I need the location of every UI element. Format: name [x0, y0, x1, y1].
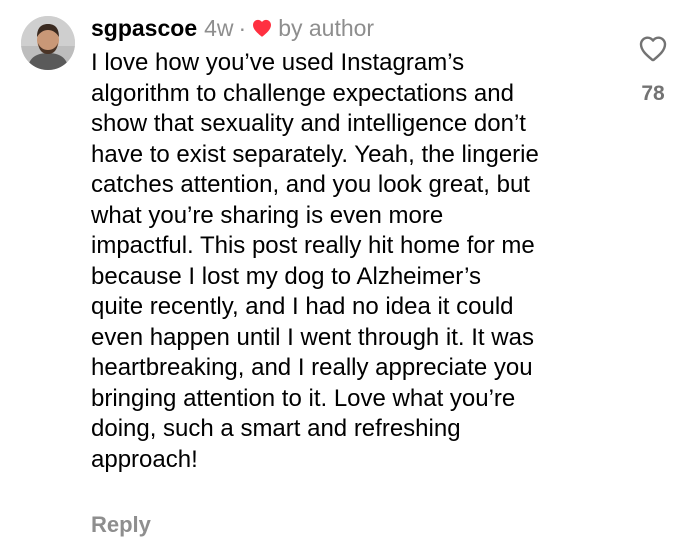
- comment-text-line: quite recently, and I had no idea it cou…: [91, 293, 514, 320]
- author-badge: by author: [278, 15, 375, 41]
- like-area: 78: [629, 36, 677, 107]
- comment-text-line: I love how you’ve used Instagram’s: [91, 49, 465, 76]
- comment-text-line: show that sexuality and intelligence don…: [91, 110, 526, 137]
- heart-outline-icon[interactable]: [639, 36, 667, 62]
- heart-filled-icon: [252, 19, 272, 37]
- comment-header: sgpascoe 4w · by author: [91, 13, 611, 43]
- comment: sgpascoe 4w · by author I love how you’v…: [0, 0, 700, 555]
- comment-text-line: what you’re sharing is even more: [91, 201, 444, 229]
- comment-text-line: bringing attention to it. Love what you’…: [91, 384, 516, 412]
- comment-text-line: even happen until I went through it. It …: [91, 323, 534, 351]
- avatar[interactable]: [21, 16, 75, 70]
- comment-text-line: approach!: [91, 445, 198, 473]
- comment-time: 4w: [204, 15, 234, 41]
- comment-text-line: algorithm to challenge expectations and: [91, 79, 514, 107]
- comment-text-line: have to exist separately. Yeah, the ling…: [91, 140, 539, 168]
- comment-text-line: because I lost my dog to Alzheimer’s: [91, 262, 481, 290]
- comment-body: sgpascoe 4w · by author I love how you’v…: [91, 13, 611, 475]
- comment-text: I love how you’ve used Instagram’s algori…: [91, 48, 611, 475]
- avatar-image: [21, 16, 75, 70]
- like-count: 78: [641, 82, 665, 105]
- comment-text-line: catches attention, and you look great, b…: [91, 171, 530, 198]
- username[interactable]: sgpascoe: [91, 13, 197, 43]
- comment-text-line: impactful. This post really hit home for…: [91, 232, 535, 259]
- comment-text-line: heartbreaking, and I really appreciate y…: [91, 354, 533, 381]
- separator-dot: ·: [238, 15, 247, 41]
- reply-button[interactable]: Reply: [91, 510, 151, 540]
- comment-text-line: doing, such a smart and refreshing: [91, 415, 461, 442]
